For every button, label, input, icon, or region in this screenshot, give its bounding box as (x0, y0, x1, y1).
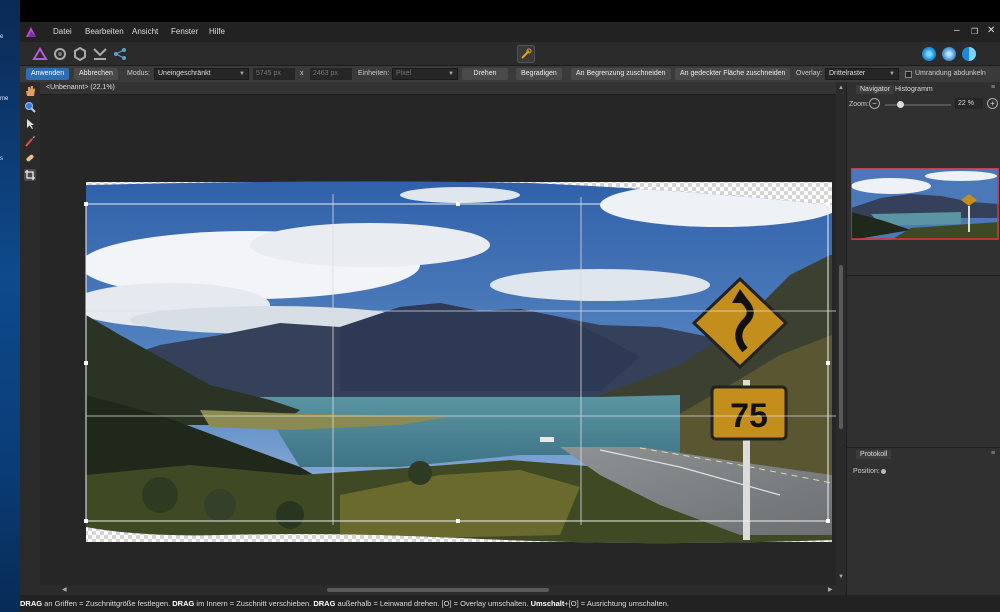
document-canvas[interactable]: 75 (40, 95, 836, 585)
panel-menu-icon[interactable]: ≡ (991, 84, 995, 91)
scroll-down-icon[interactable]: ▼ (838, 574, 844, 580)
hand-tool-icon[interactable] (24, 85, 36, 97)
paint-brush-tool-icon[interactable] (24, 135, 36, 147)
darken-border-checkbox[interactable] (905, 71, 912, 78)
tab-histogram[interactable]: Histogramm (891, 85, 937, 94)
scroll-right-icon[interactable]: ▶ (828, 586, 833, 593)
overlay-label: Overlay: (796, 70, 823, 77)
crop-handle[interactable] (84, 361, 88, 365)
vertical-scroll-thumb[interactable] (839, 265, 843, 429)
crop-handle[interactable] (84, 202, 88, 206)
mode-label: Modus: (127, 70, 150, 77)
mode-select[interactable]: Uneingeschränkt ▼ (154, 68, 249, 80)
tone-mapping-persona-icon[interactable] (92, 46, 108, 62)
photo-persona-icon[interactable] (32, 46, 48, 62)
desktop-icon-label: s (0, 156, 3, 162)
menu-fenster[interactable]: Fenster (171, 27, 198, 36)
desktop-background: e me s (0, 0, 20, 612)
zoom-label: Zoom: (849, 101, 869, 108)
crop-width-field[interactable]: 5745 px (253, 68, 295, 80)
menu-bar: Datei Bearbeiten Ansicht Fenster Hilfe –… (20, 22, 1000, 42)
zoom-tool-icon[interactable] (24, 101, 36, 113)
canvas-area[interactable]: 75 (40, 95, 836, 585)
overlay-select[interactable]: Drittelraster ▼ (825, 68, 899, 80)
vertical-scrollbar[interactable]: ▲ ▼ (836, 82, 846, 585)
crop-handle[interactable] (84, 519, 88, 523)
horizontal-scroll-thumb[interactable] (327, 588, 549, 592)
crop-tool-icon[interactable] (24, 169, 36, 181)
affinity-photo-window: Datei Bearbeiten Ansicht Fenster Hilfe –… (20, 22, 1000, 612)
navigator-preview[interactable] (851, 168, 999, 240)
zoom-out-icon[interactable]: − (869, 98, 880, 109)
export-persona-icon[interactable] (112, 46, 128, 62)
chevron-down-icon: ▼ (448, 71, 454, 77)
app-logo-icon (26, 27, 36, 37)
crop-handle[interactable] (826, 519, 830, 523)
crop-height-field[interactable]: 2463 px (310, 68, 352, 80)
desktop-icon-label: me (0, 96, 9, 102)
times-label: x (300, 70, 304, 77)
desktop-icon-label: e (0, 34, 4, 40)
crop-to-covered-area-button[interactable]: An gedeckter Fläche zuschneiden (675, 68, 791, 80)
crop-to-bounds-button[interactable]: An Begrenzung zuschneiden (571, 68, 671, 80)
crop-context-toolbar: Anwenden Abbrechen Modus: Uneingeschränk… (20, 66, 1000, 82)
units-select[interactable]: Pixel ▼ (392, 68, 458, 80)
apply-button[interactable]: Anwenden (26, 68, 70, 80)
history-position-slider[interactable] (881, 469, 886, 474)
crop-handle[interactable] (826, 202, 830, 206)
panel-divider (847, 447, 1000, 448)
zoom-slider[interactable] (885, 101, 951, 108)
darken-border-label: Umrandung abdunkeln (915, 70, 986, 77)
horizontal-scrollbar[interactable]: ◀ ▶ (40, 585, 846, 595)
persona-toolbar (20, 42, 1000, 66)
crop-handle[interactable] (456, 519, 460, 523)
panel-divider (847, 275, 1000, 276)
zoom-slider-thumb[interactable] (896, 101, 904, 108)
panorama-photo (86, 181, 832, 544)
chevron-down-icon: ▼ (239, 71, 245, 77)
healing-brush-tool-icon[interactable] (24, 152, 36, 164)
tab-history[interactable]: Protokoll (856, 450, 892, 459)
quick-mask-icon[interactable] (962, 47, 976, 61)
document-tab[interactable]: <Unbenannt> (22.1%) (40, 82, 836, 95)
develop-persona-icon[interactable] (72, 46, 88, 62)
rotate-button[interactable]: Drehen (462, 68, 508, 80)
menu-hilfe[interactable]: Hilfe (209, 27, 225, 36)
panel-menu-icon[interactable]: ≡ (991, 450, 995, 457)
position-label: Position: (853, 468, 880, 475)
scroll-up-icon[interactable]: ▲ (838, 85, 844, 91)
scroll-left-icon[interactable]: ◀ (62, 586, 67, 593)
status-hint: DRAG an Griffen = Zuschnittgröße festleg… (20, 599, 669, 608)
studio-panels: Navigator Histogramm ≡ Zoom: − 22 % + Pr… (846, 82, 1000, 595)
tab-navigator[interactable]: Navigator (856, 85, 894, 94)
chevron-down-icon: ▼ (889, 71, 895, 77)
menu-datei[interactable]: Datei (53, 27, 72, 36)
close-button[interactable]: ✕ (987, 25, 995, 36)
zoom-value-field[interactable]: 22 % (955, 98, 983, 109)
straighten-button[interactable]: Begradigen (516, 68, 562, 80)
liquify-persona-icon[interactable] (52, 46, 68, 62)
maximize-button[interactable]: ❐ (971, 27, 978, 36)
mask-mode-icon[interactable] (942, 47, 956, 61)
tools-panel (20, 82, 40, 612)
zoom-in-icon[interactable]: + (987, 98, 998, 109)
units-label: Einheiten: (358, 70, 390, 77)
minimize-button[interactable]: – (954, 25, 960, 36)
crop-handle[interactable] (456, 202, 460, 206)
status-bar: DRAG an Griffen = Zuschnittgröße festleg… (20, 595, 1000, 612)
move-tool-icon[interactable] (24, 118, 36, 130)
menu-ansicht[interactable]: Ansicht (132, 27, 158, 36)
assistant-icon[interactable] (517, 45, 535, 63)
cancel-button[interactable]: Abbrechen (74, 68, 118, 80)
crop-handle[interactable] (826, 361, 830, 365)
menu-bearbeiten[interactable]: Bearbeiten (85, 27, 124, 36)
screen-top-bar (20, 0, 1000, 22)
pixel-selection-mode-icon[interactable] (922, 47, 936, 61)
